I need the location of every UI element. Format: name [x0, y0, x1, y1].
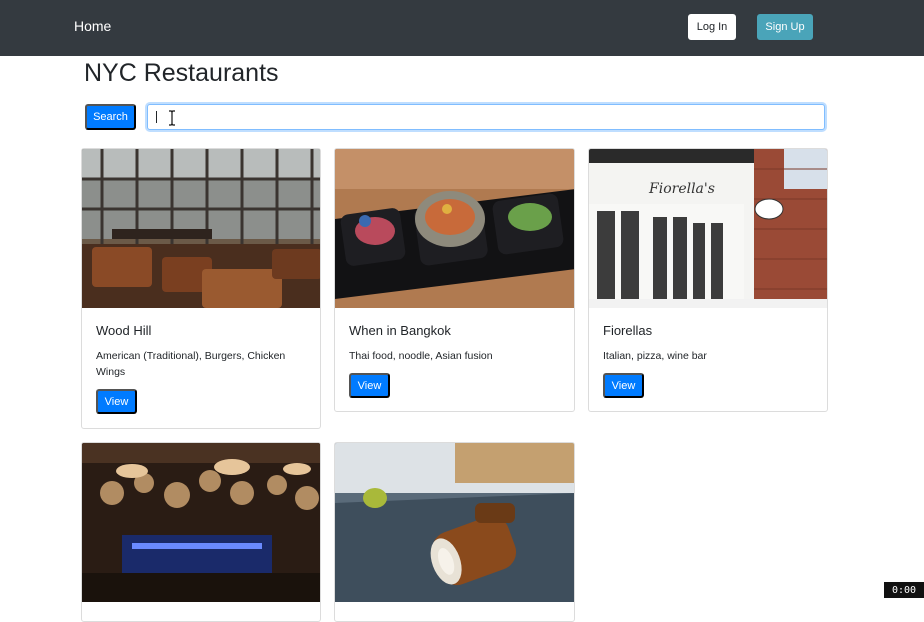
text-caret [156, 111, 157, 123]
restaurant-photo: Fiorella's [589, 149, 827, 308]
restaurant-card: Fiorella's Fiorellas Italian, pizza, win… [588, 148, 828, 412]
view-button[interactable]: View [96, 389, 137, 414]
search-button[interactable]: Search [85, 104, 136, 130]
signup-button[interactable]: Sign Up [757, 14, 813, 40]
restaurant-card [81, 442, 321, 622]
search-input[interactable] [147, 104, 825, 130]
restaurant-photo [82, 149, 320, 308]
restaurant-photo [335, 149, 574, 308]
restaurant-name: Wood Hill [96, 323, 152, 338]
fiorellas-sign-text: Fiorella's [648, 181, 715, 197]
restaurant-card: Wood Hill American (Traditional), Burger… [81, 148, 321, 429]
login-button[interactable]: Log In [688, 14, 736, 40]
view-button[interactable]: View [349, 373, 390, 398]
restaurant-card: When in Bangkok Thai food, noodle, Asian… [334, 148, 575, 412]
restaurant-cuisine: Thai food, noodle, Asian fusion [349, 350, 493, 362]
ibeam-cursor-icon [169, 110, 175, 126]
view-button[interactable]: View [603, 373, 644, 398]
recording-timer-badge: 0:00 [884, 582, 924, 598]
nav-home-link[interactable]: Home [74, 18, 111, 34]
restaurant-name: When in Bangkok [349, 323, 451, 338]
restaurant-name: Fiorellas [603, 323, 653, 338]
restaurant-photo [335, 443, 574, 602]
restaurant-card [334, 442, 575, 622]
restaurant-photo [82, 443, 320, 602]
restaurant-cuisine: Italian, pizza, wine bar [603, 350, 707, 362]
navbar: Home Log In Sign Up [0, 0, 924, 56]
restaurant-cuisine: American (Traditional), Burgers, Chicken… [96, 350, 286, 378]
page-title: NYC Restaurants [84, 59, 279, 87]
